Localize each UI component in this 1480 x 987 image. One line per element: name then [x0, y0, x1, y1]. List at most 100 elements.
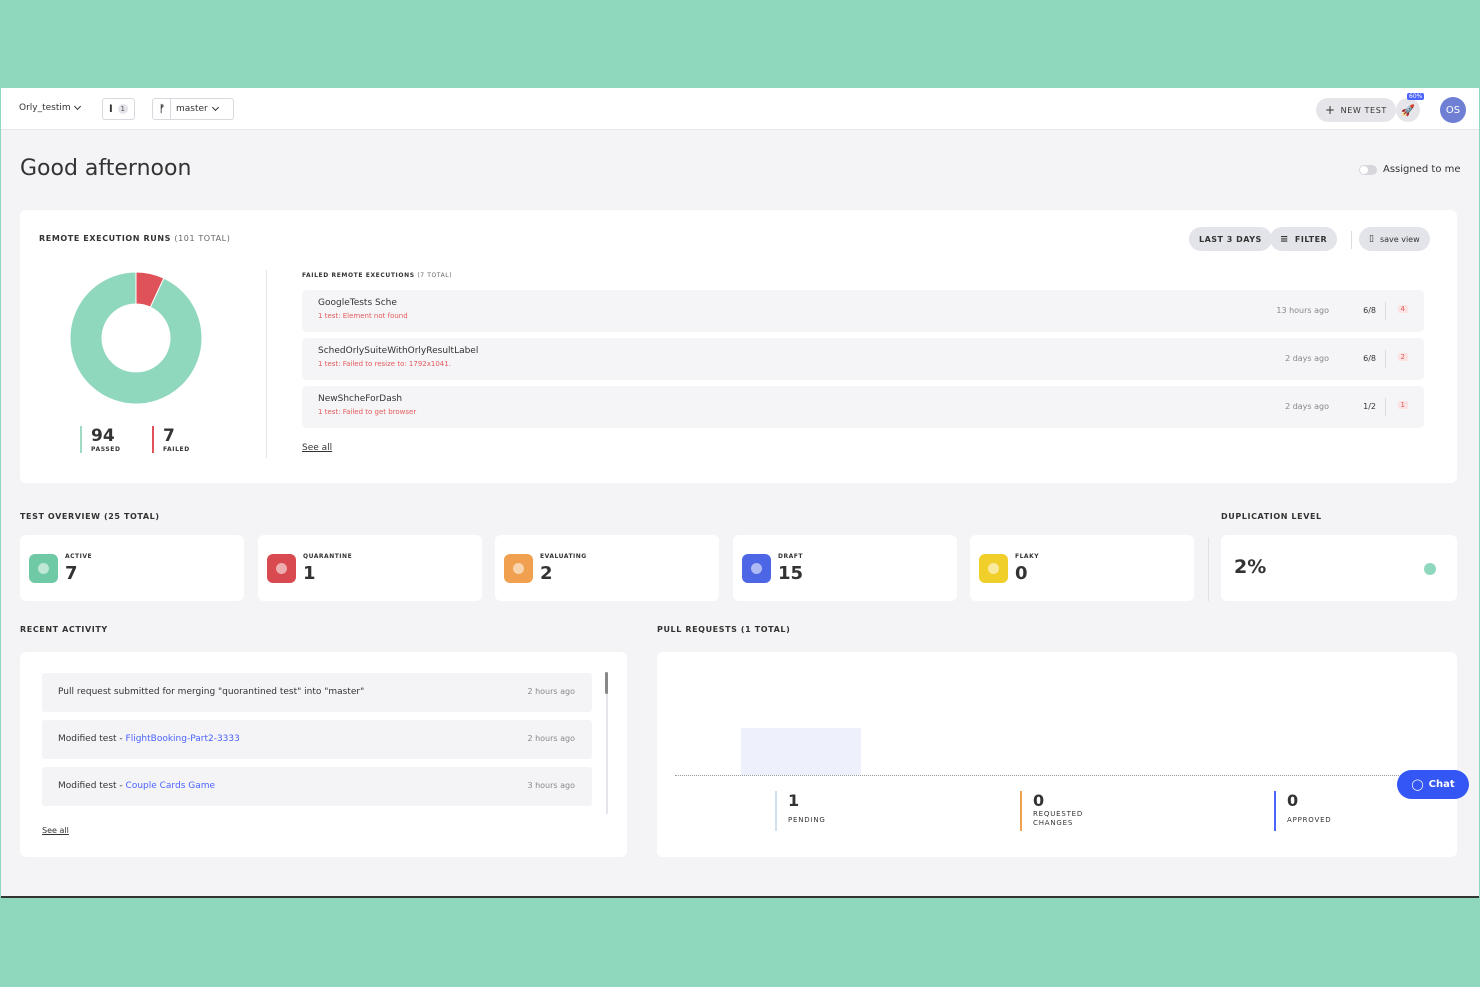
pending-stat: 1 PENDING	[775, 791, 826, 831]
chat-label: Chat	[1428, 779, 1455, 790]
app-window: Orly_testim ⵏ 1 ᚠ master + NEW TEST 🚀 60…	[1, 88, 1479, 898]
overview-value: 7	[65, 563, 78, 584]
overview-card-draft[interactable]: DRAFT 15	[733, 535, 957, 601]
page-title: Good afternoon	[20, 156, 192, 181]
divider	[1385, 302, 1386, 320]
remote-runs-total: (101 TOTAL)	[174, 234, 231, 243]
pull-requests-title: PULL REQUESTS (1 TOTAL)	[657, 625, 791, 634]
duplication-status-dot	[1424, 563, 1436, 575]
pending-count: 1	[788, 791, 800, 810]
overview-label: EVALUATING	[540, 553, 587, 560]
avatar[interactable]: OS	[1440, 97, 1466, 123]
pending-bar	[741, 728, 861, 775]
execution-ratio: 1/2	[1363, 402, 1376, 411]
donut-slice-passed	[69, 271, 203, 405]
activity-text: Modified test - Couple Cards Game	[58, 781, 215, 791]
toggle-switch[interactable]	[1359, 164, 1377, 175]
date-range-button[interactable]: LAST 3 DAYS	[1189, 227, 1272, 251]
overview-card-evaluating[interactable]: EVALUATING 2	[495, 535, 719, 601]
overview-value: 2	[540, 563, 553, 584]
approved-stat: 0 APPROVED	[1274, 791, 1331, 831]
scrollbar-thumb[interactable]	[605, 672, 608, 694]
see-all-failed-link[interactable]: See all	[302, 443, 332, 453]
activity-time: 2 hours ago	[527, 687, 575, 696]
filter-icon: ≡	[1280, 233, 1289, 245]
draft-icon	[742, 554, 771, 583]
branch-selector[interactable]: ᚠ master	[152, 98, 234, 120]
requested-changes-stat: 0 REQUESTED CHANGES	[1020, 791, 1093, 831]
failed-count-badge: 2	[1397, 353, 1408, 361]
overview-value: 1	[303, 563, 316, 584]
remote-runs-title-text: REMOTE EXECUTION RUNS	[39, 234, 171, 243]
failed-execution-row[interactable]: SchedOrlySuiteWithOrlyResultLabel 1 test…	[302, 338, 1424, 380]
project-selector[interactable]: Orly_testim	[19, 102, 81, 113]
divider	[1208, 537, 1209, 601]
execution-time: 13 hours ago	[1276, 306, 1329, 315]
chevron-down-icon	[73, 102, 81, 111]
execution-time: 2 days ago	[1285, 354, 1329, 363]
filter-button[interactable]: ≡ FILTER	[1270, 227, 1338, 251]
pull-requests-button[interactable]: ⵏ 1	[102, 98, 135, 120]
quarantine-icon	[267, 554, 296, 583]
duplication-title: DUPLICATION LEVEL	[1221, 512, 1322, 521]
requested-label: REQUESTED CHANGES	[1033, 810, 1084, 827]
activity-link[interactable]: FlightBooking-Part2-3333	[126, 734, 240, 744]
save-view-label: save view	[1379, 234, 1420, 244]
see-all-activity-link[interactable]: See all	[42, 826, 69, 835]
activity-time: 3 hours ago	[527, 781, 575, 790]
new-test-label: NEW TEST	[1340, 105, 1387, 115]
assigned-to-me-toggle[interactable]: Assigned to me	[1359, 164, 1461, 175]
pending-label: PENDING	[788, 816, 826, 824]
requested-count: 0	[1033, 791, 1045, 810]
divider	[266, 270, 267, 458]
execution-name: NewShcheForDash	[318, 394, 403, 404]
activity-time: 2 hours ago	[527, 734, 575, 743]
approved-count: 0	[1287, 791, 1299, 810]
execution-name: GoogleTests Sche	[318, 298, 397, 308]
pull-requests-card: 1 PENDING 0 REQUESTED CHANGES 0 APPROVED	[657, 652, 1457, 857]
pull-request-icon: ⵏ	[109, 103, 113, 115]
duplication-card[interactable]: 2%	[1221, 535, 1457, 601]
overview-card-active[interactable]: ACTIVE 7	[20, 535, 244, 601]
failed-executions-title: FAILED REMOTE EXECUTIONS (7 TOTAL)	[302, 272, 452, 279]
failed-execution-row[interactable]: GoogleTests Sche 1 test: Element not fou…	[302, 290, 1424, 332]
execution-time: 2 days ago	[1285, 402, 1329, 411]
overview-label: FLAKY	[1015, 553, 1040, 560]
execution-ratio: 6/8	[1363, 306, 1376, 315]
activity-link[interactable]: Couple Cards Game	[126, 781, 216, 791]
branch-name: master	[176, 104, 208, 114]
execution-error: 1 test: Failed to resize to: 1792x1041.	[318, 360, 451, 368]
runs-donut-chart	[69, 271, 203, 405]
activity-item[interactable]: Pull request submitted for merging "quor…	[42, 673, 592, 712]
execution-ratio: 6/8	[1363, 354, 1376, 363]
overview-card-quarantine[interactable]: QUARANTINE 1	[258, 535, 482, 601]
bookmark-icon: ▯	[1369, 234, 1374, 244]
failed-executions-title-text: FAILED REMOTE EXECUTIONS	[302, 272, 415, 279]
overview-label: ACTIVE	[65, 553, 93, 560]
evaluating-icon	[504, 554, 533, 583]
new-test-button[interactable]: + NEW TEST	[1316, 98, 1396, 122]
top-bar: Orly_testim ⵏ 1 ᚠ master + NEW TEST 🚀 60…	[1, 88, 1479, 130]
execution-name: SchedOrlySuiteWithOrlyResultLabel	[318, 346, 479, 356]
flaky-icon	[979, 554, 1008, 583]
recent-activity-card: Pull request submitted for merging "quor…	[20, 652, 627, 857]
save-view-button[interactable]: ▯ save view	[1359, 227, 1430, 251]
progress-badge: 60%	[1407, 93, 1425, 100]
activity-item[interactable]: Modified test - Couple Cards Game 3 hour…	[42, 767, 592, 806]
overview-value: 0	[1015, 563, 1028, 584]
passed-stat: 94 PASSED	[80, 426, 121, 453]
overview-card-flaky[interactable]: FLAKY 0	[970, 535, 1194, 601]
failed-execution-row[interactable]: NewShcheForDash 1 test: Failed to get br…	[302, 386, 1424, 428]
activity-description: Modified test -	[58, 734, 126, 744]
failed-count: 7	[163, 426, 175, 446]
rocket-icon: 🚀	[1401, 103, 1415, 117]
activity-description: Modified test -	[58, 781, 126, 791]
onboarding-button[interactable]: 🚀	[1396, 98, 1420, 122]
project-name: Orly_testim	[19, 103, 71, 113]
failed-label: FAILED	[163, 446, 190, 453]
divider	[1385, 350, 1386, 368]
activity-item[interactable]: Modified test - FlightBooking-Part2-3333…	[42, 720, 592, 759]
activity-text: Pull request submitted for merging "quor…	[58, 687, 364, 697]
chat-button[interactable]: ◯ Chat	[1397, 770, 1469, 799]
active-icon	[29, 554, 58, 583]
